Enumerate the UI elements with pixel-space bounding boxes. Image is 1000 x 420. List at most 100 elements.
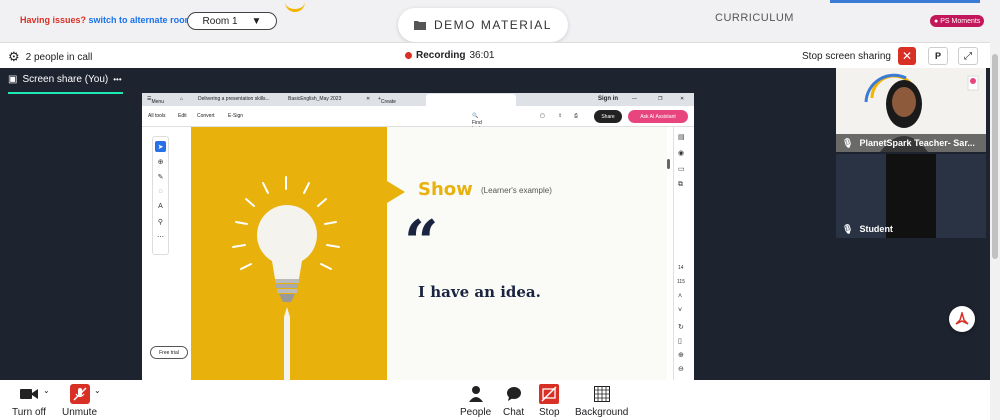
slide-yellow-panel [191,127,387,380]
sign-in-link[interactable]: Sign in [598,96,618,102]
create-tab-button[interactable]: + Create [378,96,396,105]
header-accent-bar [830,0,980,3]
page-number[interactable]: 14 [678,265,684,271]
browser-tab-strip: ☰ Menu ⌂ Delivering a presentation skill… [142,93,694,106]
chat-label: Chat [503,407,525,418]
pdf-right-rail: ▤ ◉ ▭ ⧉ 14 115 ˄ ˅ ↻ ▯ ⊕ ⊖ [673,127,694,380]
bottom-control-bar: Turn off ⌄ Unmute ⌄ People Chat Stop Bac… [0,380,1000,420]
pen-tool-icon[interactable]: ✎ [155,171,166,182]
free-trial-button[interactable]: Free trial [150,346,188,359]
lasso-tool-icon[interactable]: ◌ [155,186,166,197]
alternate-room-link[interactable]: switch to alternate room [89,15,193,25]
zoom-tool-icon[interactable]: ⊕ [155,156,166,167]
mic-options-chevron-icon[interactable]: ⌄ [94,386,101,395]
background-button[interactable]: Background [575,384,628,418]
camera-options-chevron-icon[interactable]: ⌄ [43,386,50,395]
convert-menu[interactable]: Convert [197,113,215,119]
browser-menu-button[interactable]: ☰ Menu [147,96,164,105]
lightbulb-image [232,176,340,380]
student-video-tile[interactable]: 🎙︎ Student [836,154,986,238]
ps-moments-badge[interactable]: ● PS Moments [930,15,985,27]
text-box-tool-icon[interactable]: A [155,201,166,212]
slide-idea-text: I have an idea. [418,283,541,301]
person-icon [468,384,483,404]
shared-browser-window: ☰ Menu ⌂ Delivering a presentation skill… [142,93,694,380]
room-select[interactable]: Room 1 ▼ [187,12,277,30]
gear-icon[interactable]: ⚙ [8,49,20,65]
recording-label: Recording [416,50,466,61]
ask-ai-assistant-button[interactable]: Ask AI Assistant [628,110,688,123]
all-tools-menu[interactable]: All tools [148,113,166,119]
share-button[interactable]: Share [594,110,622,123]
screen-share-label: Screen share (You) [22,74,109,85]
expand-button[interactable]: ⤢ [958,47,978,65]
print-icon[interactable]: ⎙ [574,113,578,119]
comment-icon[interactable]: ▤ [678,133,685,141]
teacher-video-tile[interactable]: 🎙︎ PlanetSpark Teacher- Sar... [836,68,986,152]
pdf-toolbar: All tools Edit Convert E-Sign Find text … [142,106,694,144]
screen-share-tab[interactable]: ▣ Screen share (You) ••• [8,74,122,85]
acrobat-floating-button[interactable] [949,306,975,332]
more-options-icon[interactable]: ••• [113,75,121,84]
room-select-value: Room 1 [202,15,238,27]
active-tab-underline [8,92,123,94]
document-scrollbar[interactable] [667,159,670,169]
screen-share-icon: ▣ [8,74,18,85]
people-button[interactable]: People [460,384,491,418]
demo-material-button[interactable]: DEMO MATERIAL [398,8,568,42]
upload-icon[interactable]: ⇪ [558,113,562,119]
window-close-icon[interactable]: ✕ [680,96,684,102]
cursor-tool-icon[interactable]: ➤ [155,141,166,152]
chevron-down-icon[interactable]: ˅ [678,307,682,314]
zoom-in-icon[interactable]: ⊕ [678,351,684,359]
zoom-out-icon[interactable]: ⊖ [678,365,684,373]
esign-menu[interactable]: E-Sign [228,113,243,119]
browser-tab-1[interactable]: Delivering a presentation skills... [198,96,270,102]
page-scrollbar-thumb[interactable] [992,54,998,259]
tab-close-icon[interactable]: ✕ [366,96,370,102]
stamp-tool-icon[interactable]: ⚲ [155,216,166,227]
camera-button[interactable]: Turn off [12,384,46,418]
chat-bubble-icon [506,384,522,404]
quote-icon: “ [404,208,439,278]
teacher-name-label: 🎙︎ PlanetSpark Teacher- Sar... [836,134,986,152]
edit-menu[interactable]: Edit [178,113,187,119]
people-in-call[interactable]: ⚙ 2 people in call [8,49,92,65]
expand-icon: ⤢ [964,50,972,62]
browser-tab-active-bg [426,94,516,106]
unmute-button[interactable]: Unmute [62,384,97,418]
issues-notice: Having issues? switch to alternate room [20,15,193,25]
unmute-label: Unmute [62,407,98,418]
chat-button[interactable]: Chat [503,384,524,418]
recording-time: 36:01 [469,50,495,61]
video-camera-icon [19,384,38,404]
stop-screen-sharing-label[interactable]: Stop screen sharing [802,51,891,62]
browser-tab-2[interactable]: BasicEnglish_May 2023 [288,96,341,102]
bookmark-icon[interactable]: ◉ [678,149,684,157]
stop-label: Stop [539,407,560,418]
home-icon[interactable]: ⌂ [180,96,183,102]
document-icon[interactable]: ▯ [678,337,682,345]
turn-off-label: Turn off [12,407,46,418]
copy-icon[interactable]: ⧉ [678,181,683,189]
recording-dot-icon [405,52,412,59]
save-icon[interactable]: ▢ [540,113,545,119]
p-button[interactable]: P [928,47,948,65]
chevron-up-icon[interactable]: ˄ [678,293,682,300]
curriculum-tab[interactable]: CURRICULUM [715,12,794,24]
demo-material-label: DEMO MATERIAL [434,18,552,32]
top-header: Having issues? switch to alternate room … [0,0,1000,42]
minimize-icon[interactable]: — [632,96,637,102]
restore-icon[interactable]: ❐ [658,96,662,102]
rotate-icon[interactable]: ↻ [678,323,684,331]
page-scrollbar[interactable] [990,42,1000,420]
stop-sharing-close-button[interactable]: ✕ [898,47,916,65]
more-tools-icon[interactable]: ⋯ [155,231,166,242]
caret-down-icon: ▼ [251,15,262,27]
find-text-button[interactable]: Find text or tools 🔍 [472,113,483,144]
camera-icon: ● [934,17,939,25]
mic-off-icon: 🎙︎ [842,223,854,234]
student-name-label: 🎙︎ Student [836,220,936,238]
stop-share-button[interactable]: Stop [539,384,560,418]
pages-icon[interactable]: ▭ [678,165,685,173]
